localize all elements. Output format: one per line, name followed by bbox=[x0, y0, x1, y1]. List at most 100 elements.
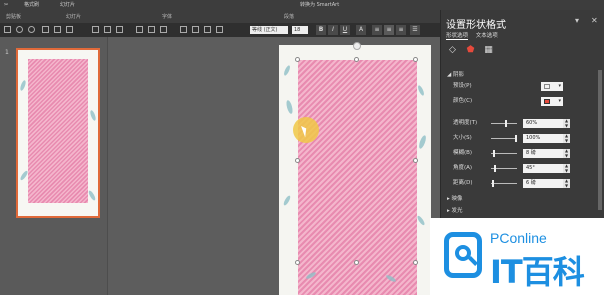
glow-section-header[interactable]: ▸ 发光 bbox=[447, 206, 463, 214]
transparency-slider[interactable] bbox=[491, 120, 517, 127]
slide-thumbnail[interactable] bbox=[16, 48, 100, 218]
spin-buttons[interactable]: ▲ ▼ bbox=[563, 133, 570, 143]
slider-knob[interactable] bbox=[515, 135, 517, 142]
angle-input[interactable]: 45° bbox=[523, 164, 563, 173]
resize-handle[interactable] bbox=[295, 57, 300, 62]
justify-button[interactable]: ☰ bbox=[410, 25, 420, 35]
distance-input[interactable]: 6 磅 bbox=[523, 179, 563, 188]
slider-knob[interactable] bbox=[494, 165, 496, 172]
rotate-icon[interactable] bbox=[204, 26, 211, 33]
close-icon[interactable]: ✕ bbox=[591, 16, 598, 25]
group-icon[interactable] bbox=[192, 26, 199, 33]
pane-tabs: 形状选项 文本选项 bbox=[446, 31, 504, 40]
scissors-icon[interactable]: ✂ bbox=[4, 0, 8, 10]
resize-handle[interactable] bbox=[354, 260, 359, 265]
size-label: 大小(S) bbox=[453, 135, 472, 141]
shapes-icon[interactable] bbox=[54, 26, 61, 33]
font-name-box[interactable]: 等线 (正文) bbox=[250, 26, 288, 34]
underline-button[interactable]: U bbox=[340, 25, 350, 35]
outline-icon[interactable] bbox=[148, 26, 155, 33]
undo-icon[interactable] bbox=[16, 26, 23, 33]
pconline-logo-icon bbox=[444, 232, 482, 278]
leaf-decoration bbox=[416, 214, 426, 227]
bold-button[interactable]: B bbox=[316, 25, 326, 35]
italic-button[interactable]: I bbox=[328, 25, 338, 35]
leaf-decoration bbox=[282, 64, 292, 77]
effects-icon[interactable] bbox=[160, 26, 167, 33]
preset-dropdown[interactable]: ▾ bbox=[541, 82, 563, 91]
spin-buttons[interactable]: ▲ ▼ bbox=[563, 163, 570, 173]
font-size-box[interactable]: 18 bbox=[292, 26, 308, 34]
effects-pentagon-icon[interactable]: ⬟ bbox=[465, 45, 476, 56]
slider-knob[interactable] bbox=[505, 120, 507, 127]
text-box-icon[interactable] bbox=[104, 26, 111, 33]
slide-number: 1 bbox=[5, 49, 9, 56]
reflection-section-header[interactable]: ▸ 映像 bbox=[447, 194, 463, 202]
pane-options-icon[interactable]: ▾ bbox=[575, 16, 579, 25]
slider-knob[interactable] bbox=[493, 150, 495, 157]
size-properties-icon[interactable]: ▦ bbox=[483, 45, 494, 56]
distance-slider[interactable] bbox=[491, 180, 517, 187]
spin-buttons[interactable]: ▲ ▼ bbox=[563, 118, 570, 128]
arrange-icon[interactable] bbox=[66, 26, 73, 33]
presentation-icon[interactable] bbox=[42, 26, 49, 33]
watermark-name: IT百科 bbox=[490, 253, 585, 291]
resize-handle[interactable] bbox=[413, 57, 418, 62]
group-label-font: 字体 bbox=[162, 14, 173, 20]
shadow-section-header[interactable]: ◢ 阴影 bbox=[447, 70, 464, 78]
pane-scrollbar[interactable] bbox=[598, 70, 602, 210]
size-input[interactable]: 100% bbox=[523, 134, 563, 143]
size-slider[interactable] bbox=[491, 135, 517, 142]
preset-label: 预设(P) bbox=[453, 83, 472, 89]
resize-handle[interactable] bbox=[295, 158, 300, 163]
transparency-input[interactable]: 60% bbox=[523, 119, 563, 128]
color-dropdown[interactable]: ▾ bbox=[541, 97, 563, 106]
slide[interactable] bbox=[279, 45, 431, 295]
color-label: 颜色(C) bbox=[453, 98, 473, 104]
font-color-button[interactable]: A bbox=[356, 25, 366, 35]
spin-buttons[interactable]: ▲ ▼ bbox=[563, 178, 570, 188]
spin-buttons[interactable]: ▲ ▼ bbox=[563, 148, 570, 158]
align-icon[interactable] bbox=[180, 26, 187, 33]
resize-handle[interactable] bbox=[354, 57, 359, 62]
save-icon[interactable] bbox=[4, 26, 11, 33]
slide-thumbnail-pane: 1 bbox=[0, 37, 108, 295]
align-left-button[interactable]: ≡ bbox=[372, 25, 382, 35]
align-right-button[interactable]: ≡ bbox=[396, 25, 406, 35]
distance-label: 距离(D) bbox=[453, 180, 473, 186]
leaf-decoration bbox=[19, 79, 27, 92]
quick-styles-icon[interactable] bbox=[116, 26, 123, 33]
line-icon[interactable] bbox=[92, 26, 99, 33]
watermark-brand: PConline bbox=[490, 230, 547, 246]
leaf-decoration bbox=[416, 84, 426, 97]
angle-slider[interactable] bbox=[491, 165, 517, 172]
align-center-button[interactable]: ≡ bbox=[384, 25, 394, 35]
fill-line-icon[interactable]: ◇ bbox=[447, 45, 458, 56]
tab-text-options[interactable]: 文本选项 bbox=[476, 33, 498, 39]
rotate-handle[interactable] bbox=[353, 42, 361, 50]
reflection-section-label: 映像 bbox=[451, 196, 463, 202]
fill-icon[interactable] bbox=[136, 26, 143, 33]
selection-pane-icon[interactable] bbox=[216, 26, 223, 33]
transparency-label: 透明度(T) bbox=[453, 120, 478, 126]
ribbon-commands: ✂ 格式刷 幻灯片 转换为 SmartArt bbox=[0, 0, 440, 10]
angle-row: 角度(A) 45° ▲ ▼ bbox=[453, 163, 599, 174]
pane-title: 设置形状格式 bbox=[446, 20, 506, 31]
blur-input[interactable]: 8 磅 bbox=[523, 149, 563, 158]
preset-swatch bbox=[544, 84, 550, 89]
tab-shape-options[interactable]: 形状选项 bbox=[446, 33, 469, 40]
thumbnail-pink-rectangle bbox=[28, 59, 88, 203]
transparency-row: 透明度(T) 60% ▲ ▼ bbox=[453, 118, 599, 129]
slider-knob[interactable] bbox=[492, 180, 494, 187]
slide-button[interactable]: 幻灯片 bbox=[60, 0, 75, 10]
convert-smartart-button[interactable]: 转换为 SmartArt bbox=[300, 0, 339, 10]
resize-handle[interactable] bbox=[413, 260, 418, 265]
preset-row: 预设(P) ▾ bbox=[453, 81, 599, 92]
redo-icon[interactable] bbox=[28, 26, 35, 33]
blur-slider[interactable] bbox=[491, 150, 517, 157]
resize-handle[interactable] bbox=[413, 158, 418, 163]
leaf-decoration bbox=[89, 109, 97, 122]
size-row: 大小(S) 100% ▲ ▼ bbox=[453, 133, 599, 144]
format-painter-button[interactable]: 格式刷 bbox=[24, 0, 39, 10]
resize-handle[interactable] bbox=[295, 260, 300, 265]
